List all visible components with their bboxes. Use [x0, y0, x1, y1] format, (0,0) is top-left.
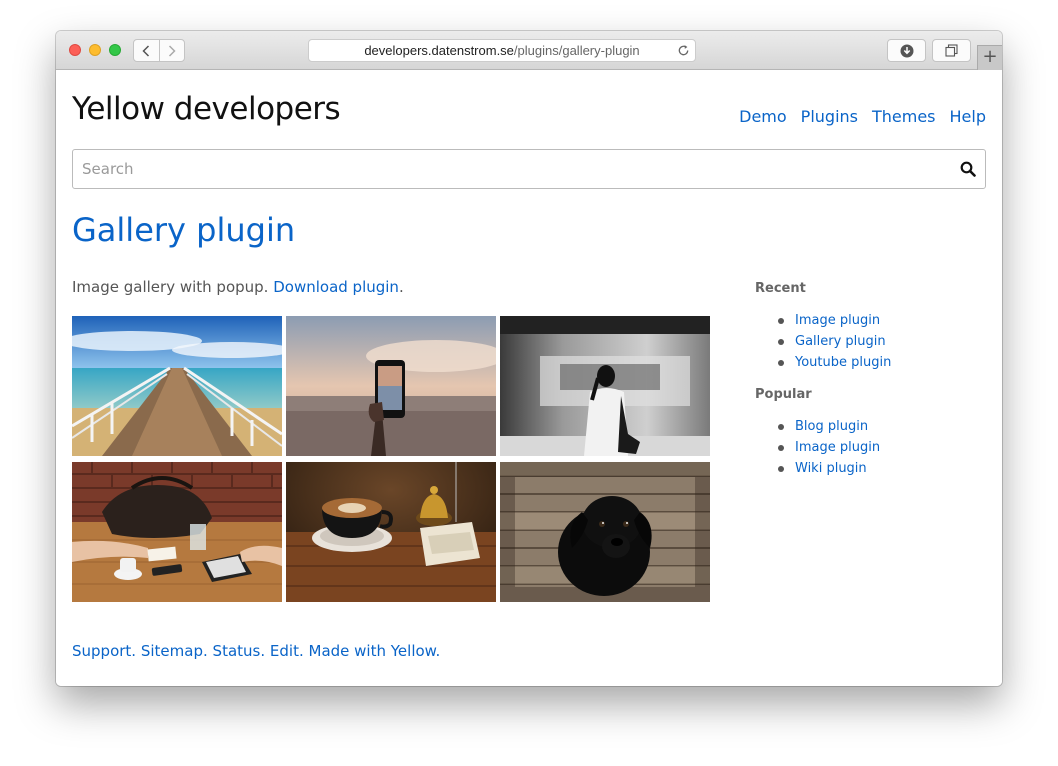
new-tab-button[interactable]: +: [977, 45, 1002, 70]
gallery-image-pier[interactable]: [72, 316, 282, 456]
subway-woman-photo: [500, 316, 710, 456]
table-laptop-photo: [72, 462, 282, 602]
search-icon[interactable]: [960, 161, 976, 177]
chevron-left-icon: [142, 44, 150, 57]
list-item: Image plugin: [755, 310, 975, 331]
nav-link-themes[interactable]: Themes: [872, 107, 936, 126]
phone-sunset-photo: [286, 316, 496, 456]
top-nav: Demo Plugins Themes Help: [739, 107, 986, 126]
browser-window: developers.datenstrom.se/plugins/gallery…: [56, 31, 1002, 686]
page-title: Gallery plugin: [72, 211, 296, 249]
gallery-image-phone-sunset[interactable]: [286, 316, 496, 456]
url-host: developers.datenstrom.se: [364, 43, 514, 58]
sidebar: Recent Image plugin Gallery plugin Youtu…: [755, 281, 975, 493]
back-button[interactable]: [134, 40, 159, 61]
url-path: /plugins/gallery-plugin: [513, 43, 640, 58]
chevron-right-icon: [168, 44, 176, 57]
recent-list: Image plugin Gallery plugin Youtube plug…: [755, 310, 975, 373]
list-item: Wiki plugin: [755, 458, 975, 479]
pier-photo: [72, 316, 282, 456]
footer-link-made-with-yellow[interactable]: Made with Yellow.: [309, 642, 441, 660]
list-item: Youtube plugin: [755, 352, 975, 373]
coffee-photo: [286, 462, 496, 602]
address-bar[interactable]: developers.datenstrom.se/plugins/gallery…: [308, 39, 696, 62]
nav-link-help[interactable]: Help: [950, 107, 986, 126]
intro-end: .: [398, 278, 404, 296]
tabs-icon: [945, 44, 958, 57]
list-item: Blog plugin: [755, 416, 975, 437]
black-dog-photo: [500, 462, 710, 602]
site-title[interactable]: Yellow developers: [72, 91, 341, 127]
footer-link-status[interactable]: Status.: [213, 642, 266, 660]
popular-link-blog-plugin[interactable]: Blog plugin: [795, 419, 868, 434]
history-nav: [133, 39, 185, 62]
gallery-image-coffee[interactable]: [286, 462, 496, 602]
footer-link-edit[interactable]: Edit.: [270, 642, 304, 660]
download-plugin-link[interactable]: Download plugin: [273, 278, 399, 296]
popular-heading: Popular: [755, 387, 812, 402]
close-window-button[interactable]: [69, 44, 81, 56]
gallery-image-table[interactable]: [72, 462, 282, 602]
page-footer: Support. Sitemap. Status. Edit. Made wit…: [72, 642, 440, 660]
popular-list: Blog plugin Image plugin Wiki plugin: [755, 416, 975, 479]
search-box: [72, 149, 986, 189]
recent-link-youtube-plugin[interactable]: Youtube plugin: [795, 355, 891, 370]
browser-toolbar: developers.datenstrom.se/plugins/gallery…: [56, 31, 1002, 70]
popular-link-wiki-plugin[interactable]: Wiki plugin: [795, 461, 867, 476]
image-gallery: [72, 316, 710, 602]
search-input[interactable]: [73, 150, 953, 188]
recent-link-image-plugin[interactable]: Image plugin: [795, 313, 880, 328]
tab-overview-button[interactable]: [932, 39, 971, 62]
minimize-window-button[interactable]: [89, 44, 101, 56]
list-item: Image plugin: [755, 437, 975, 458]
intro-paragraph: Image gallery with popup. Download plugi…: [72, 278, 404, 296]
popular-link-image-plugin[interactable]: Image plugin: [795, 440, 880, 455]
gallery-image-dog[interactable]: [500, 462, 710, 602]
downloads-button[interactable]: [887, 39, 926, 62]
list-item: Gallery plugin: [755, 331, 975, 352]
zoom-window-button[interactable]: [109, 44, 121, 56]
intro-text: Image gallery with popup.: [72, 278, 274, 296]
gallery-image-subway[interactable]: [500, 316, 710, 456]
recent-link-gallery-plugin[interactable]: Gallery plugin: [795, 334, 886, 349]
recent-heading: Recent: [755, 281, 806, 296]
forward-button[interactable]: [158, 40, 185, 61]
web-page: Yellow developers Demo Plugins Themes He…: [56, 71, 1002, 686]
nav-link-plugins[interactable]: Plugins: [801, 107, 858, 126]
reload-icon[interactable]: [677, 44, 690, 57]
footer-link-sitemap[interactable]: Sitemap.: [141, 642, 208, 660]
footer-link-support[interactable]: Support.: [72, 642, 136, 660]
nav-link-demo[interactable]: Demo: [739, 107, 787, 126]
download-icon: [900, 44, 913, 57]
